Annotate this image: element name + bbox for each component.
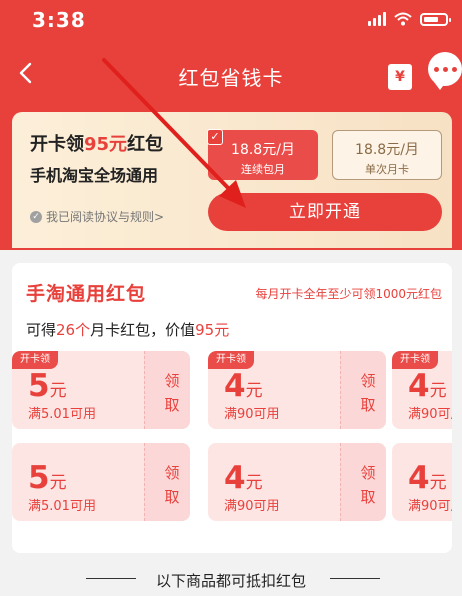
- coupon-card[interactable]: 5元 满5.01可用 领取: [12, 443, 190, 521]
- coupon-condition: 满90可用: [224, 499, 280, 514]
- claim-button[interactable]: 领取: [360, 369, 376, 417]
- more-chat-icon[interactable]: [428, 52, 462, 86]
- coupon-tag: 开卡领: [12, 351, 58, 369]
- more-chat-tail: [434, 82, 446, 90]
- ticket-icon[interactable]: ¥: [388, 64, 412, 90]
- headline-amount: 95元: [84, 134, 128, 155]
- plan-label: 单次月卡: [365, 163, 409, 176]
- headline-prefix: 开卡领: [30, 134, 84, 155]
- info-count: 26个: [56, 321, 91, 339]
- system-icons: [368, 12, 451, 26]
- coupon-card[interactable]: 开卡领 4元 满90可用 领取: [208, 351, 386, 429]
- card-subline: 手机淘宝全场通用: [30, 166, 159, 185]
- plan-label: 连续包月: [241, 163, 285, 176]
- membership-card: 开卡领95元红包 手机淘宝全场通用 ✓ 18.8元/月 连续包月 18.8元/月…: [12, 112, 452, 248]
- signal-icon: [368, 12, 386, 26]
- panel-subtitle: 每月开卡全年至少可领1000元红包: [255, 287, 442, 301]
- claim-button[interactable]: 领取: [164, 369, 180, 417]
- nav-bar: 红包省钱卡 ¥: [0, 50, 462, 102]
- plan-option-monthly-auto[interactable]: ✓ 18.8元/月 连续包月: [207, 129, 318, 180]
- agreement-text: 我已阅读协议与规则>: [46, 210, 165, 224]
- info-value: 95元: [195, 321, 230, 339]
- agree-check-icon: ✓: [30, 210, 42, 223]
- coupon-condition: 满90可用: [408, 499, 452, 514]
- status-time: 3:38: [32, 8, 86, 32]
- card-headline: 开卡领95元红包: [30, 130, 163, 156]
- coupon-amount: 5元: [28, 460, 67, 496]
- coupon-card[interactable]: 开卡领 5元 满5.01可用 领取: [12, 351, 190, 429]
- coupon-amount: 4元: [224, 368, 263, 404]
- coupon-card[interactable]: 4元 满90可用 领取: [208, 443, 386, 521]
- divider-rule-right: [330, 578, 380, 579]
- wifi-icon: [394, 12, 412, 26]
- plan-option-single-month[interactable]: 18.8元/月 单次月卡: [332, 130, 442, 180]
- coupon-condition: 满5.01可用: [28, 499, 96, 514]
- coupon-amount: 5元: [28, 368, 67, 404]
- section-divider: 以下商品都可抵扣红包: [0, 568, 462, 590]
- info-middle: 月卡红包，价值: [90, 321, 196, 339]
- coupon-amount: 4元: [408, 368, 447, 404]
- coupon-panel: 手淘通用红包 每月开卡全年至少可领1000元红包 可得26个月卡红包，价值95元…: [12, 263, 452, 553]
- coupon-condition: 满5.01可用: [28, 407, 96, 422]
- coupon-condition: 满90可用: [224, 407, 280, 422]
- coupon-amount: 4元: [408, 460, 447, 496]
- claim-button[interactable]: 领取: [360, 461, 376, 509]
- panel-title: 手淘通用红包: [26, 283, 147, 305]
- battery-icon: [420, 12, 451, 26]
- plan-price: 18.8元/月: [231, 142, 295, 158]
- headline-suffix: 红包: [127, 134, 164, 155]
- coupon-tag: 开卡领: [208, 351, 254, 369]
- claim-button[interactable]: 领取: [164, 461, 180, 509]
- plan-price: 18.8元/月: [355, 142, 419, 158]
- coupon-card[interactable]: 4元 满90可用 领取: [392, 443, 452, 521]
- selected-check-icon: ✓: [207, 129, 223, 145]
- coupon-card[interactable]: 开卡领 4元 满90可用 领取: [392, 351, 452, 429]
- coupon-condition: 满90可用: [408, 407, 452, 422]
- panel-info: 可得26个月卡红包，价值95元: [26, 319, 229, 340]
- agreement-checkbox[interactable]: ✓ 我已阅读协议与规则>: [30, 208, 164, 225]
- info-prefix: 可得: [26, 321, 57, 339]
- coupon-tag: 开卡领: [392, 351, 438, 369]
- open-card-button[interactable]: 立即开通: [208, 193, 442, 231]
- section-heading: 以下商品都可抵扣红包: [155, 572, 306, 590]
- coupon-amount: 4元: [224, 460, 263, 496]
- status-bar: 3:38: [0, 0, 462, 42]
